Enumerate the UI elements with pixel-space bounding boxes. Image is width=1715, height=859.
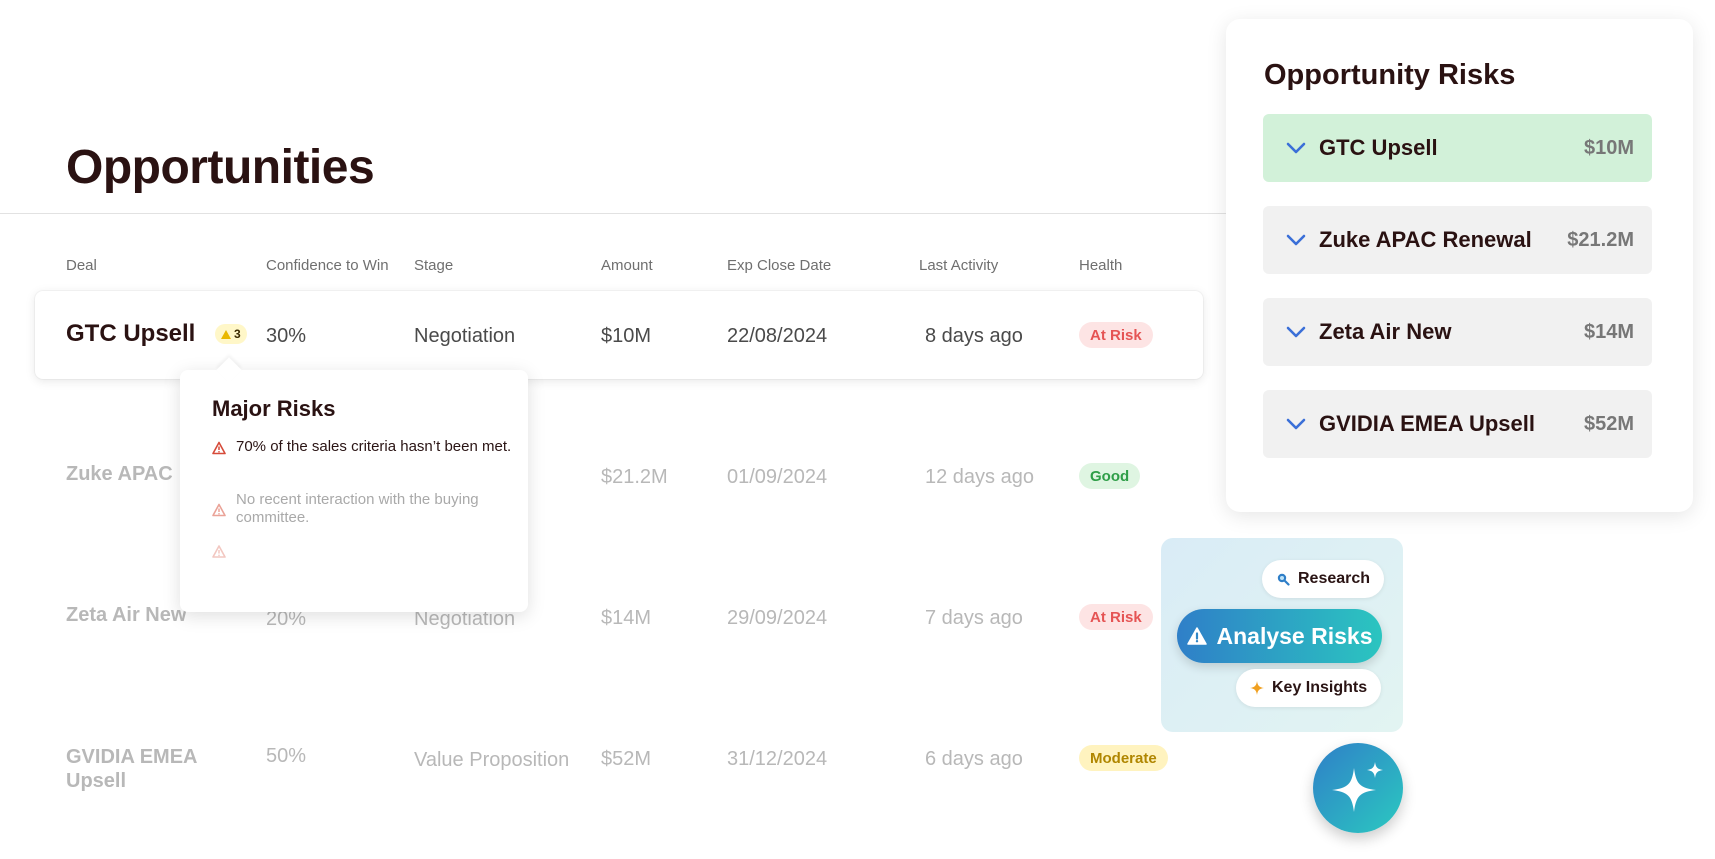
research-label: Research [1298,570,1371,587]
warning-triangle-icon [212,545,226,558]
chevron-down-icon [1286,234,1306,246]
column-header-health[interactable]: Health [1079,257,1122,274]
header-divider [0,213,1230,214]
sparkle-icon [1332,762,1383,812]
risk-item-text: No recent interaction with the buying co… [236,491,479,526]
risk-count-badge[interactable]: 3 [215,324,247,344]
analyse-risks-button[interactable]: Analyse Risks [1177,609,1382,663]
search-icon [1277,573,1290,586]
page-title: Opportunities [66,141,375,194]
column-header-stage[interactable]: Stage [414,257,453,274]
panel-item-name: GTC Upsell [1319,135,1438,160]
amount-value: $14M [601,607,652,629]
chevron-down-icon [1286,418,1306,430]
risk-item [212,543,512,558]
deal-name[interactable]: Zeta Air New [66,603,186,627]
research-button[interactable]: Research [1262,560,1385,598]
column-header-deal[interactable]: Deal [66,257,97,274]
chevron-down-icon [1286,142,1306,154]
deal-name[interactable]: GTC Upsell [66,320,195,348]
stage-value: Value Proposition [414,749,570,771]
stage-value: Negotiation [414,325,516,347]
analyse-risks-label: Analyse Risks [1216,622,1373,649]
confidence-value: 50% [266,745,307,767]
warning-triangle-icon [221,329,231,339]
deal-name[interactable]: GVIDIA EMEA Upsell [66,745,198,793]
close-date-value: 22/08/2024 [727,325,828,347]
chevron-down-icon [1286,326,1306,338]
risk-item: 70% of the sales criteria hasn’t been me… [212,438,512,456]
ai-assistant-fab[interactable] [1313,743,1403,833]
health-badge: At Risk [1079,604,1153,630]
health-badge: At Risk [1079,322,1153,348]
major-risks-popover: Major Risks 70% of the sales criteria ha… [180,357,528,612]
deal-name-line: GVIDIA EMEA [66,746,198,768]
column-header-close-date[interactable]: Exp Close Date [727,257,831,274]
column-header-last-activity[interactable]: Last Activity [919,257,998,274]
close-date-value: 29/09/2024 [727,607,828,629]
risk-item: No recent interaction with the buying co… [212,491,512,527]
amount-value: $10M [601,325,652,347]
last-activity-value: 12 days ago [925,466,1034,488]
deal-name[interactable]: Zuke APAC [66,462,173,486]
last-activity-value: 6 days ago [925,748,1023,770]
opportunity-risks-panel: Opportunity Risks GTC Upsell $10M Zuke A… [1226,19,1693,512]
amount-value: $21.2M [601,466,668,488]
sparkle-icon [1250,681,1264,695]
key-insights-label: Key Insights [1272,679,1368,696]
panel-item-amount: $52M [1583,412,1634,435]
column-header-amount[interactable]: Amount [601,257,653,274]
warning-triangle-icon [212,441,226,455]
panel-item-amount: $21.2M [1567,228,1634,251]
close-date-value: 31/12/2024 [727,748,828,770]
panel-title: Opportunity Risks [1264,59,1516,91]
panel-item-amount: $14M [1583,320,1634,343]
panel-item-name: GVIDIA EMEA Upsell [1319,411,1535,436]
key-insights-button[interactable]: Key Insights [1236,669,1382,707]
health-badge: Moderate [1079,745,1168,771]
panel-item-zeta-air-new[interactable]: Zeta Air New $14M [1263,298,1652,366]
panel-item-name: Zeta Air New [1319,319,1452,344]
panel-item-name: Zuke APAC Renewal [1319,227,1532,252]
risk-item-text: 70% of the sales criteria hasn’t been me… [236,438,512,455]
warning-triangle-icon [1186,627,1207,645]
last-activity-value: 7 days ago [925,607,1023,629]
risk-count-value: 3 [234,327,241,341]
warning-triangle-icon [212,503,226,517]
confidence-value: 30% [266,325,307,347]
panel-item-gtc-upsell[interactable]: GTC Upsell $10M [1263,114,1652,182]
last-activity-value: 8 days ago [925,325,1023,347]
popover-title: Major Risks [212,396,336,421]
panel-item-zuke-apac-renewal[interactable]: Zuke APAC Renewal $21.2M [1263,206,1652,274]
column-header-confidence[interactable]: Confidence to Win [266,257,389,274]
close-date-value: 01/09/2024 [727,466,828,488]
health-badge: Good [1079,463,1141,489]
panel-item-amount: $10M [1583,136,1634,159]
panel-item-gvidia-emea-upsell[interactable]: GVIDIA EMEA Upsell $52M [1263,390,1652,458]
deal-name-line: Upsell [66,770,127,792]
amount-value: $52M [601,748,652,770]
